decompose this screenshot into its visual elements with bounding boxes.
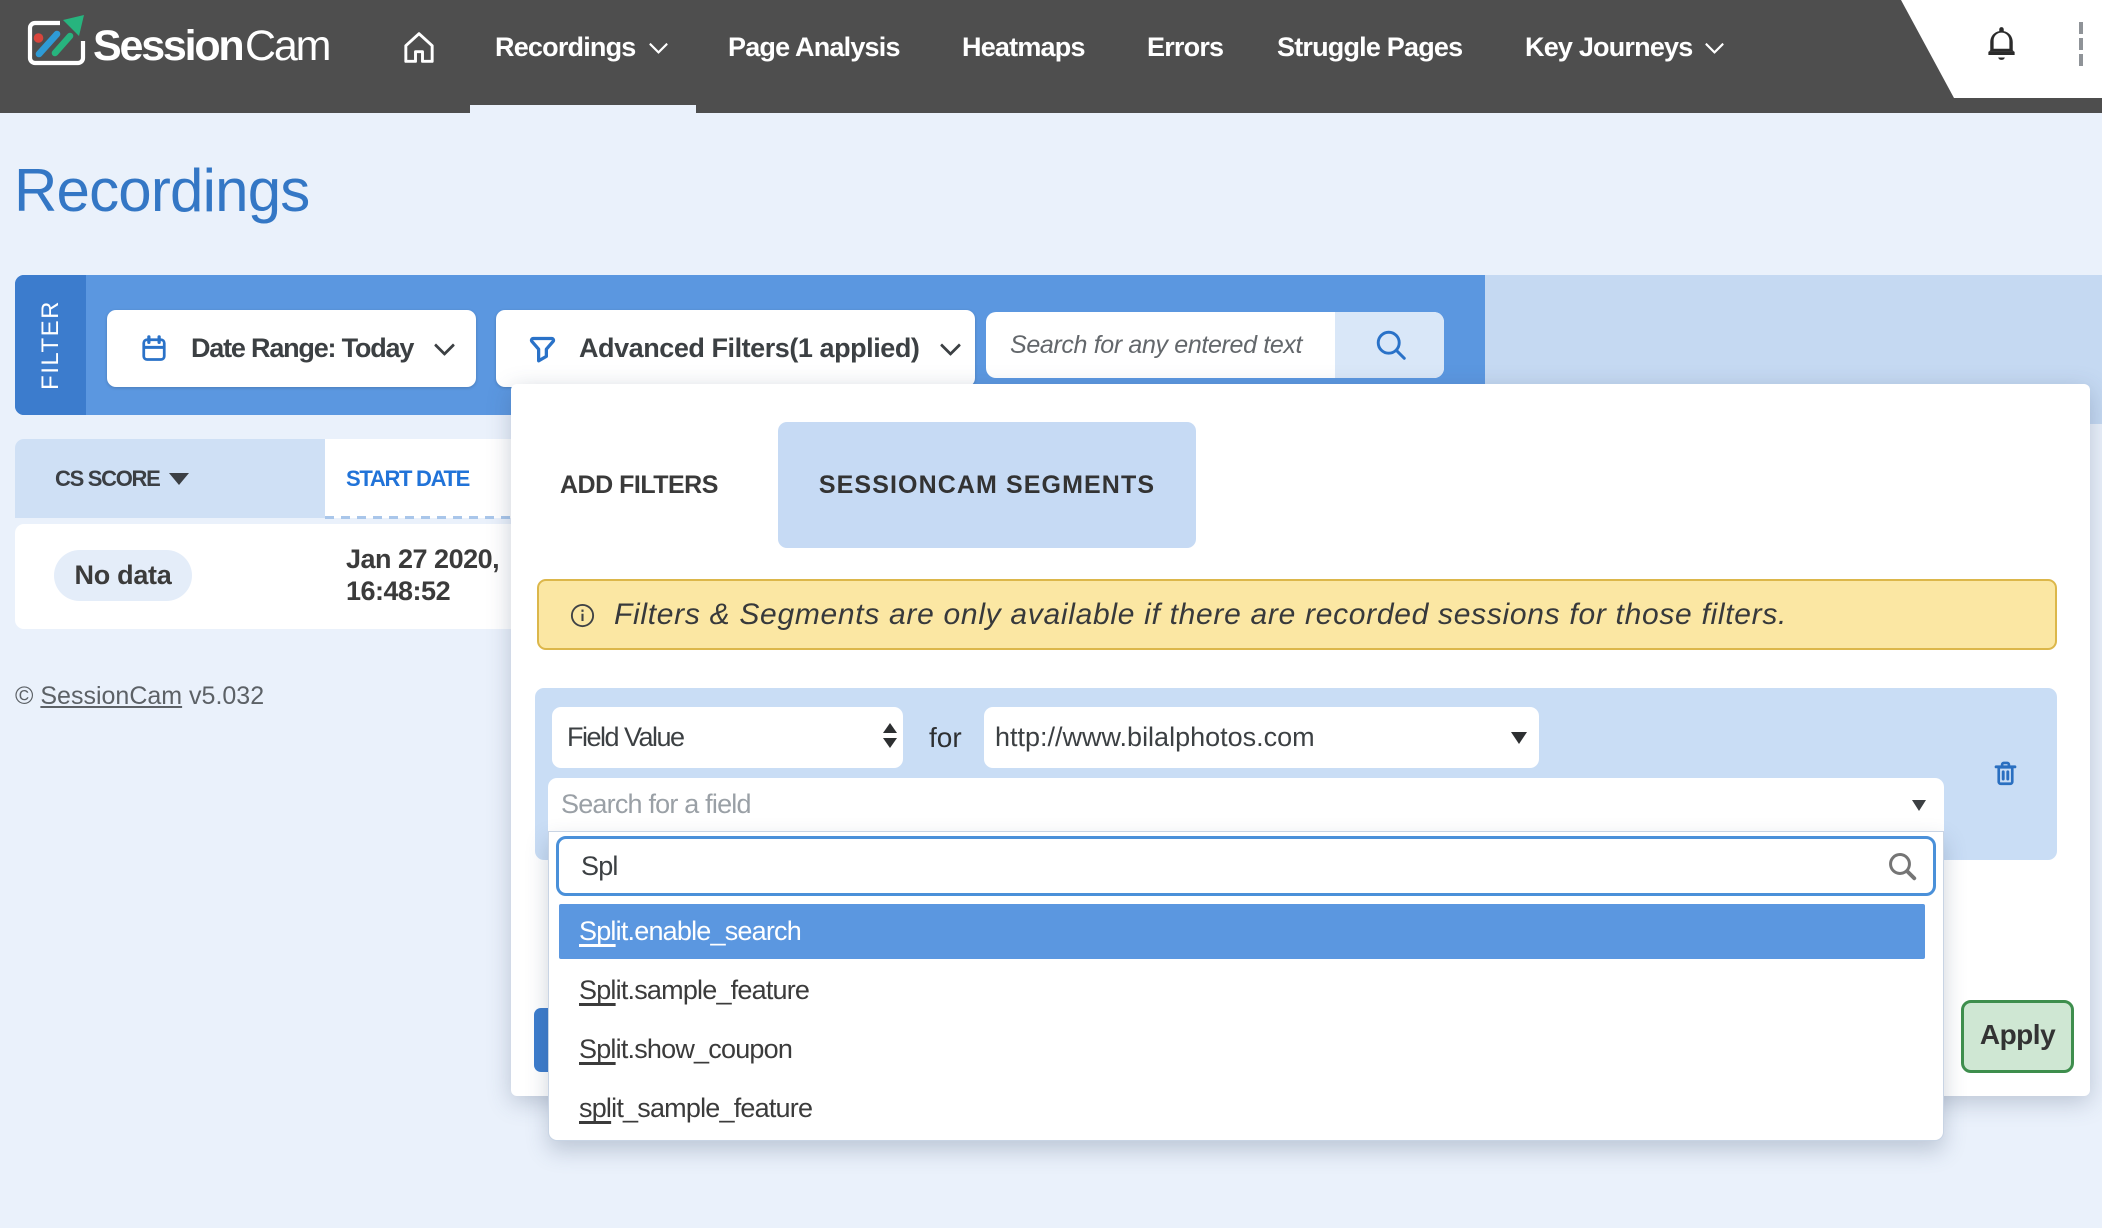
svg-text:Session: Session: [93, 22, 243, 70]
svg-text:Cam: Cam: [245, 22, 329, 70]
